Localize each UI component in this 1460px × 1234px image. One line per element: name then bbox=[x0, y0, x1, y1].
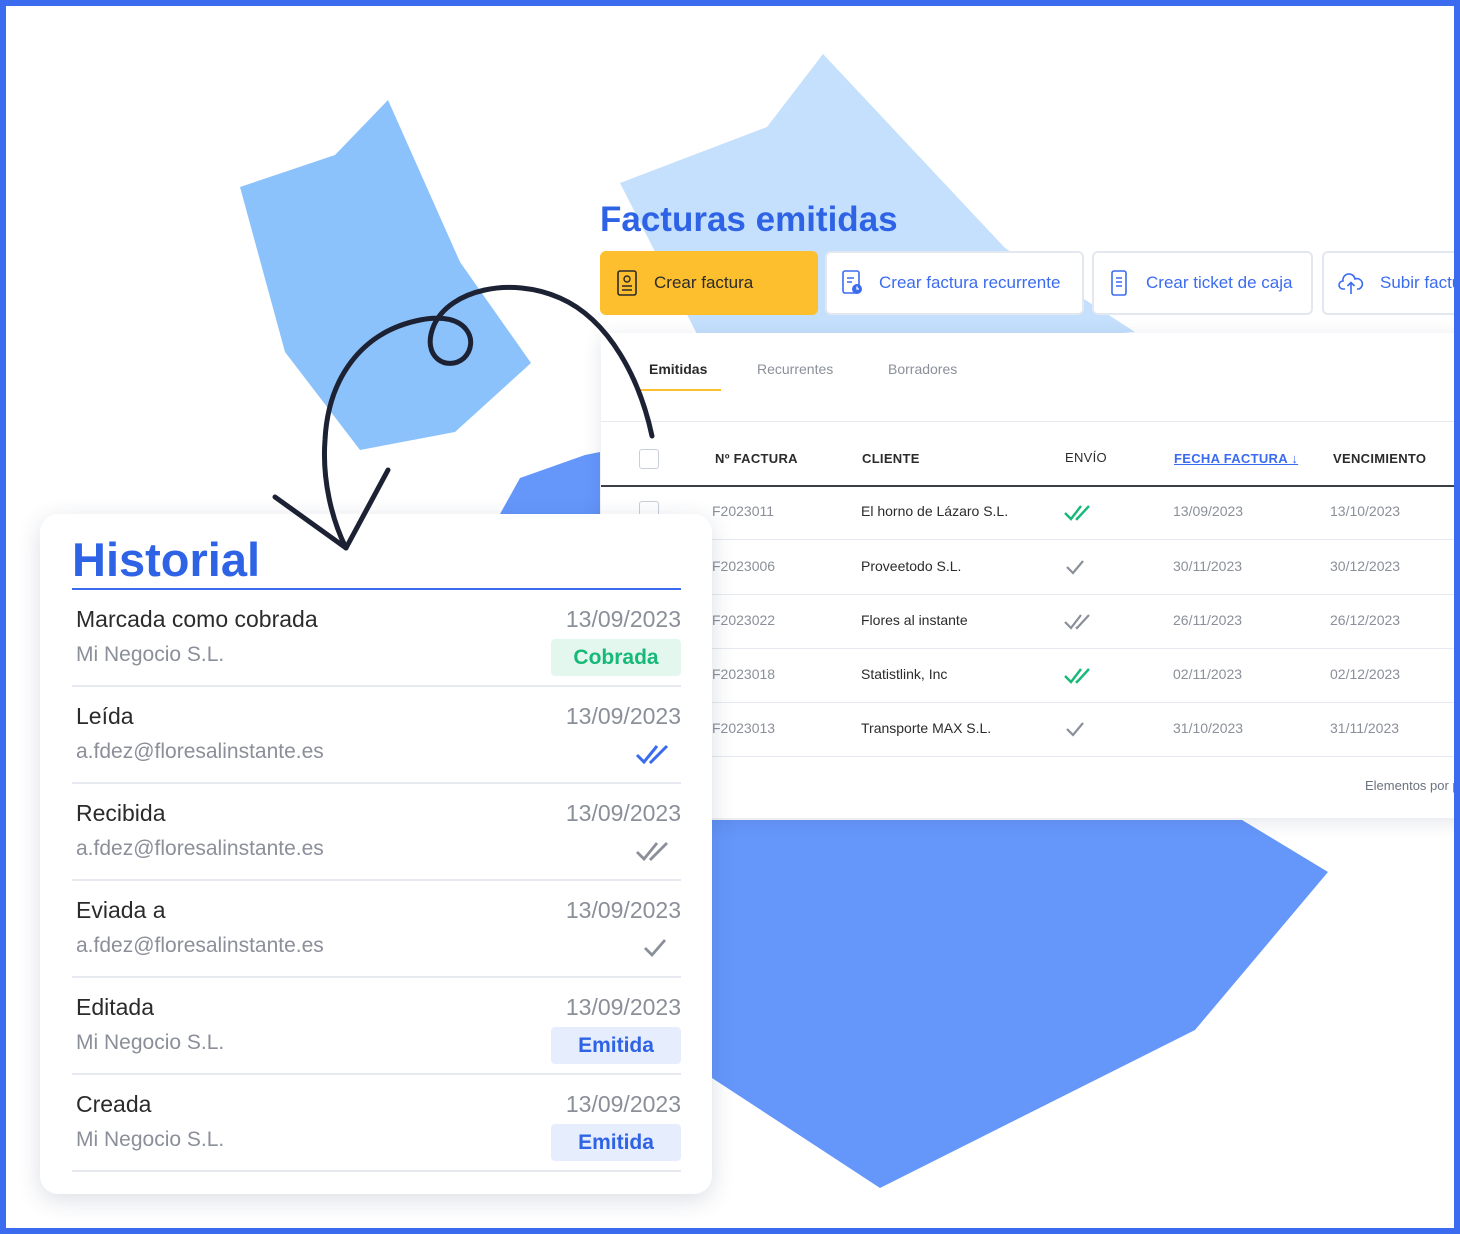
table-row[interactable]: F2023006 Proveetodo S.L. 30/11/2023 30/1… bbox=[601, 540, 1460, 595]
history-event-actor: Mi Negocio S.L. bbox=[76, 643, 225, 666]
invoice-date: 31/10/2023 bbox=[1173, 720, 1244, 736]
create-receipt-label: Crear ticket de caja bbox=[1146, 273, 1293, 292]
history-event-actor: Mi Negocio S.L. bbox=[76, 1128, 225, 1151]
history-event-label: Editada bbox=[76, 994, 155, 1020]
tab-emitidas[interactable]: Emitidas bbox=[637, 361, 722, 391]
table-row[interactable]: F2023022 Flores al instante 26/11/2023 2… bbox=[601, 594, 1460, 649]
history-event-label: Marcada como cobrada bbox=[76, 606, 318, 632]
history-item: Recibida 13/09/2023 a.fdez@floresalinsta… bbox=[72, 784, 681, 881]
table-row[interactable]: F2023018 Statistlink, Inc 02/11/2023 02/… bbox=[601, 648, 1460, 703]
history-event-actor: a.fdez@floresalinstante.es bbox=[76, 934, 324, 957]
column-envio[interactable]: ENVÍO bbox=[1065, 450, 1107, 465]
history-item: Editada 13/09/2023 Mi Negocio S.L. Emiti… bbox=[72, 978, 681, 1075]
cloud-upload-icon bbox=[1338, 273, 1364, 294]
history-event-date: 13/09/2023 bbox=[565, 994, 681, 1020]
tab-recurrentes[interactable]: Recurrentes bbox=[757, 361, 833, 389]
invoice-date: 26/11/2023 bbox=[1173, 612, 1243, 628]
create-invoice-label: Crear factura bbox=[654, 273, 754, 292]
invoice-date: 30/11/2023 bbox=[1173, 558, 1243, 574]
status-badge-emitida: Emitida bbox=[551, 1124, 681, 1161]
history-event-actor: a.fdez@floresalinstante.es bbox=[76, 740, 324, 763]
invoices-panel: Emitidas Recurrentes Borradores Nº FACTU… bbox=[601, 333, 1460, 818]
history-event-label: Leída bbox=[76, 703, 134, 729]
invoice-due-date: 13/10/2023 bbox=[1330, 503, 1401, 519]
table-header: Nº FACTURA CLIENTE ENVÍO FECHA FACTURA ↓… bbox=[601, 445, 1460, 487]
dark-blue-shape-small bbox=[500, 452, 600, 514]
items-per-page-label: Elementos por página bbox=[1365, 778, 1460, 793]
history-item: Eviada a 13/09/2023 a.fdez@floresalinsta… bbox=[72, 881, 681, 978]
column-vencimiento[interactable]: VENCIMIENTO bbox=[1333, 451, 1426, 466]
double-check-green-icon bbox=[1064, 668, 1090, 684]
page-title: Facturas emitidas bbox=[600, 200, 898, 239]
upload-invoice-label: Subir factura bbox=[1380, 273, 1460, 292]
medium-blue-shape bbox=[240, 100, 531, 450]
invoice-client: Flores al instante bbox=[861, 612, 968, 628]
history-event-actor: a.fdez@floresalinstante.es bbox=[76, 837, 324, 860]
history-title: Historial bbox=[72, 533, 261, 586]
status-badge-emitida: Emitida bbox=[551, 1027, 681, 1064]
select-all-checkbox[interactable] bbox=[639, 449, 659, 469]
receipt-icon bbox=[1111, 270, 1127, 296]
history-event-label: Eviada a bbox=[76, 897, 166, 923]
invoice-date: 13/09/2023 bbox=[1173, 503, 1244, 519]
double-check-blue-icon bbox=[635, 744, 669, 765]
column-fecha-factura[interactable]: FECHA FACTURA ↓ bbox=[1174, 451, 1298, 466]
history-event-date: 13/09/2023 bbox=[565, 897, 681, 923]
tab-borradores[interactable]: Borradores bbox=[888, 361, 957, 389]
document-icon bbox=[617, 270, 637, 296]
invoice-number: F2023018 bbox=[712, 666, 776, 682]
history-event-actor: Mi Negocio S.L. bbox=[76, 1031, 225, 1054]
table-row[interactable]: F2023011 El horno de Lázaro S.L. 13/09/2… bbox=[601, 485, 1460, 540]
recurring-invoice-icon bbox=[842, 270, 862, 294]
history-event-label: Recibida bbox=[76, 800, 166, 826]
column-numero[interactable]: Nº FACTURA bbox=[715, 451, 798, 466]
double-check-green-icon bbox=[1064, 505, 1090, 521]
history-card: Historial Marcada como cobrada 13/09/202… bbox=[40, 514, 712, 1194]
column-cliente[interactable]: CLIENTE bbox=[862, 451, 920, 466]
history-event-date: 13/09/2023 bbox=[565, 606, 681, 632]
history-event-date: 13/09/2023 bbox=[565, 1091, 681, 1117]
invoice-due-date: 02/12/2023 bbox=[1330, 666, 1401, 682]
history-item: Marcada como cobrada 13/09/2023 Mi Negoc… bbox=[72, 590, 681, 687]
check-gray-icon bbox=[1066, 722, 1084, 737]
invoice-client: Statistlink, Inc bbox=[861, 666, 948, 682]
invoice-number: F2023006 bbox=[712, 558, 776, 574]
check-gray-icon bbox=[644, 939, 667, 958]
history-event-date: 13/09/2023 bbox=[565, 703, 681, 729]
status-badge-cobrada: Cobrada bbox=[551, 639, 681, 676]
history-event-date: 13/09/2023 bbox=[565, 800, 681, 826]
invoice-date: 02/11/2023 bbox=[1173, 666, 1243, 682]
invoice-client: Proveetodo S.L. bbox=[861, 558, 962, 574]
create-receipt-button[interactable]: Crear ticket de caja bbox=[1092, 251, 1313, 315]
invoice-due-date: 30/12/2023 bbox=[1330, 558, 1401, 574]
dark-blue-shape-large bbox=[712, 820, 1328, 1188]
history-item: Creada 13/09/2023 Mi Negocio S.L. Emitid… bbox=[72, 1075, 681, 1172]
invoice-client: Transporte MAX S.L. bbox=[861, 720, 992, 736]
history-item: Leída 13/09/2023 a.fdez@floresalinstante… bbox=[72, 687, 681, 784]
check-gray-icon bbox=[1066, 560, 1084, 575]
create-recurring-invoice-label: Crear factura recurrente bbox=[879, 273, 1061, 292]
upload-invoice-button[interactable]: Subir factura bbox=[1322, 251, 1460, 315]
double-check-gray-icon bbox=[1064, 614, 1090, 630]
create-recurring-invoice-button[interactable]: Crear factura recurrente bbox=[825, 251, 1084, 315]
history-event-label: Creada bbox=[76, 1091, 152, 1117]
table-row[interactable]: F2023013 Transporte MAX S.L. 31/10/2023 … bbox=[601, 702, 1460, 757]
invoice-due-date: 31/11/2023 bbox=[1330, 720, 1400, 736]
double-check-gray-icon bbox=[636, 842, 668, 862]
create-invoice-button[interactable]: Crear factura bbox=[600, 251, 818, 315]
invoice-due-date: 26/12/2023 bbox=[1330, 612, 1401, 628]
invoice-number: F2023011 bbox=[712, 503, 775, 519]
invoice-number: F2023013 bbox=[712, 720, 776, 736]
invoice-tabs: Emitidas Recurrentes Borradores bbox=[601, 333, 1460, 422]
invoice-number: F2023022 bbox=[712, 612, 776, 628]
invoice-client: El horno de Lázaro S.L. bbox=[861, 503, 1009, 519]
